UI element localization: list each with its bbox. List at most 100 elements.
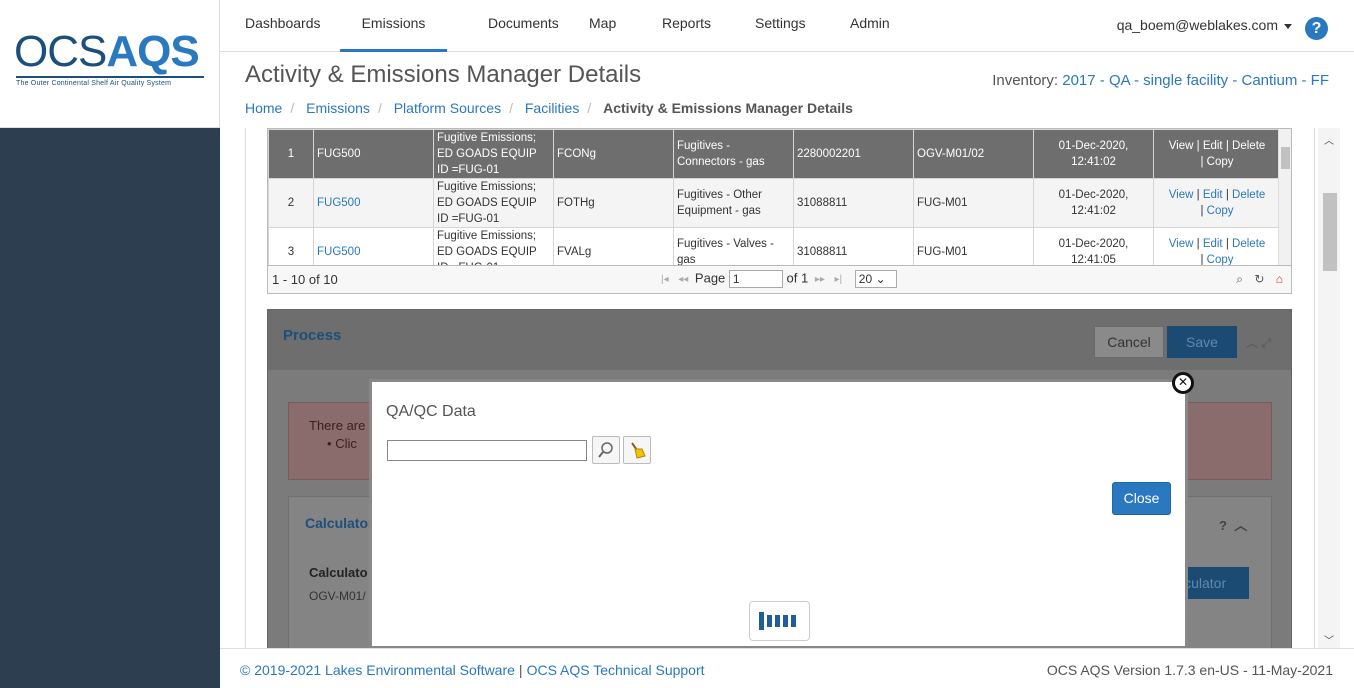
description-cell: Fugitive Emissions; ED GOADS EQUIP ID =F… — [433, 129, 554, 179]
date-cell: 01-Dec-2020, 12:41:02 — [1033, 129, 1154, 179]
view-link[interactable]: View — [1169, 189, 1194, 201]
source-link[interactable]: FUG500 — [313, 227, 434, 265]
page-scrollbar-thumb[interactable] — [1323, 193, 1337, 271]
row-number: 1 — [268, 129, 314, 179]
view-link[interactable]: View — [1169, 140, 1194, 152]
type-cell: Fugitives - Valves - gas — [673, 227, 794, 265]
nav-map[interactable]: Map — [589, 0, 616, 52]
source-cell[interactable]: FUG500 — [313, 129, 434, 179]
actions-cell: View | Edit | Delete | Copy — [1153, 178, 1280, 228]
view-link[interactable]: View — [1169, 238, 1194, 250]
page-size-select[interactable]: 20 ⌄ — [854, 270, 897, 288]
page-scrollbar[interactable]: ︿ ﹀ — [1318, 128, 1340, 648]
save-button[interactable]: Save — [1167, 326, 1237, 358]
logo-aqs: AQS — [106, 27, 199, 76]
breadcrumb-platform-sources[interactable]: Platform Sources — [394, 100, 501, 116]
breadcrumb-facilities[interactable]: Facilities — [525, 100, 579, 116]
search-icon[interactable]: ⌕ — [1236, 272, 1243, 286]
emissions-grid: 1 FUG500 Fugitive Emissions; ED GOADS EQ… — [267, 128, 1292, 294]
cancel-button[interactable]: Cancel — [1094, 326, 1164, 358]
scroll-down-icon[interactable]: ﹀ — [1324, 632, 1334, 647]
model-cell: OGV-M01/02 — [913, 129, 1034, 179]
close-icon[interactable]: ✕ — [1172, 372, 1194, 394]
type-cell: Fugitives - Connectors - gas — [673, 129, 794, 179]
grid-table: 1 FUG500 Fugitive Emissions; ED GOADS EQ… — [268, 129, 1280, 265]
process-header: Process Cancel Save ︿ ⤢ — [268, 310, 1291, 370]
help-icon[interactable]: ? — [1305, 17, 1328, 40]
search-input[interactable] — [387, 440, 587, 461]
edit-link[interactable]: Edit — [1203, 140, 1223, 152]
nav-emissions[interactable]: Emissions — [340, 0, 447, 52]
record-count: 1 - 10 of 10 — [272, 272, 338, 287]
delete-link[interactable]: Delete — [1232, 189, 1265, 201]
prev-page-icon[interactable]: ◂◂ — [678, 274, 688, 285]
logo-tagline: The Outer Continental Shelf Air Quality … — [16, 80, 172, 87]
table-row[interactable]: 3 FUG500 Fugitive Emissions; ED GOADS EQ… — [268, 227, 1280, 265]
last-page-icon[interactable]: ▸| — [835, 274, 843, 285]
page-input[interactable]: 1 — [728, 270, 783, 288]
alert-link[interactable]: Clic — [335, 436, 357, 451]
separator: | — [1225, 189, 1229, 201]
date-cell: 01-Dec-2020, 12:41:02 — [1033, 178, 1154, 228]
expand-icon[interactable]: ⤢ — [1261, 336, 1271, 350]
copy-link[interactable]: Copy — [1207, 205, 1234, 217]
nav-documents[interactable]: Documents — [488, 0, 559, 52]
nav-dashboards[interactable]: Dashboards — [245, 0, 321, 52]
next-page-icon[interactable]: ▸▸ — [815, 274, 825, 285]
loading-icon — [749, 601, 810, 641]
calculator-title: Calculator — [305, 515, 374, 531]
copyright-link[interactable]: © 2019-2021 Lakes Environmental Software — [240, 662, 515, 678]
breadcrumb-home[interactable]: Home — [245, 100, 282, 116]
scc-cell: 31088811 — [793, 227, 914, 265]
footer-separator: | — [518, 662, 523, 678]
collapse-icon[interactable]: ︿ — [1234, 518, 1247, 533]
separator: | — [1200, 254, 1204, 265]
scroll-up-icon[interactable]: ︿ — [1324, 132, 1334, 147]
nav-reports[interactable]: Reports — [662, 0, 711, 52]
delete-link[interactable]: Delete — [1232, 238, 1265, 250]
nav-settings[interactable]: Settings — [755, 0, 806, 52]
inventory: Inventory: 2017 - QA - single facility -… — [992, 72, 1329, 89]
first-page-icon[interactable]: |◂ — [661, 274, 669, 285]
table-row[interactable]: 1 FUG500 Fugitive Emissions; ED GOADS EQ… — [268, 129, 1280, 179]
page-size-value: 20 — [858, 272, 873, 286]
inventory-link[interactable]: 2017 - QA - single facility - Cantium - … — [1062, 72, 1329, 89]
copy-link[interactable]: Copy — [1207, 156, 1234, 168]
scc-cell: 2280002201 — [793, 129, 914, 179]
edit-link[interactable]: Edit — [1203, 189, 1223, 201]
user-menu[interactable]: qa_boem@weblakes.com — [1117, 17, 1292, 33]
search-button[interactable] — [592, 436, 620, 464]
separator: | — [1196, 140, 1200, 152]
support-link[interactable]: OCS AQS Technical Support — [527, 662, 705, 678]
clear-button[interactable] — [623, 436, 651, 464]
breadcrumb-emissions[interactable]: Emissions — [306, 100, 370, 116]
collapse-icon[interactable]: ︿ — [1246, 336, 1258, 350]
separator: | — [1225, 238, 1229, 250]
edit-link[interactable]: Edit — [1203, 238, 1223, 250]
copy-link[interactable]: Copy — [1207, 254, 1234, 265]
delete-link[interactable]: Delete — [1232, 140, 1265, 152]
source-link[interactable]: FUG500 — [313, 178, 434, 228]
date-cell: 01-Dec-2020, 12:41:05 — [1033, 227, 1154, 265]
description-cell: Fugitive Emissions; ED GOADS EQUIP ID =F… — [433, 178, 554, 228]
top-navigation: Dashboards Emissions Documents Map Repor… — [220, 0, 1354, 52]
grid-scrollbar[interactable] — [1278, 129, 1291, 265]
logo[interactable]: OCSAQS The Outer Continental Shelf Air Q… — [0, 0, 220, 128]
help-icon[interactable]: ? — [1219, 518, 1227, 533]
broom-icon — [631, 442, 646, 459]
code-cell: FOTHg — [553, 178, 674, 228]
page-title: Activity & Emissions Manager Details — [245, 61, 642, 88]
close-button[interactable]: Close — [1112, 482, 1171, 515]
footer: © 2019-2021 Lakes Environmental Software… — [220, 648, 1354, 688]
calculator-label: Calculato — [309, 565, 368, 580]
refresh-icon[interactable]: ↻ — [1254, 272, 1264, 286]
table-row[interactable]: 2 FUG500 Fugitive Emissions; ED GOADS EQ… — [268, 178, 1280, 228]
nav-admin[interactable]: Admin — [850, 0, 890, 52]
export-icon[interactable]: ⌂ — [1276, 272, 1283, 286]
model-cell: FUG-M01 — [913, 227, 1034, 265]
grid-scrollbar-thumb[interactable] — [1281, 147, 1290, 169]
separator: | — [1196, 238, 1200, 250]
user-email: qa_boem@weblakes.com — [1116, 17, 1278, 33]
code-cell: FVALg — [553, 227, 674, 265]
qaqc-dialog: QA/QC Data Close — [369, 379, 1188, 649]
